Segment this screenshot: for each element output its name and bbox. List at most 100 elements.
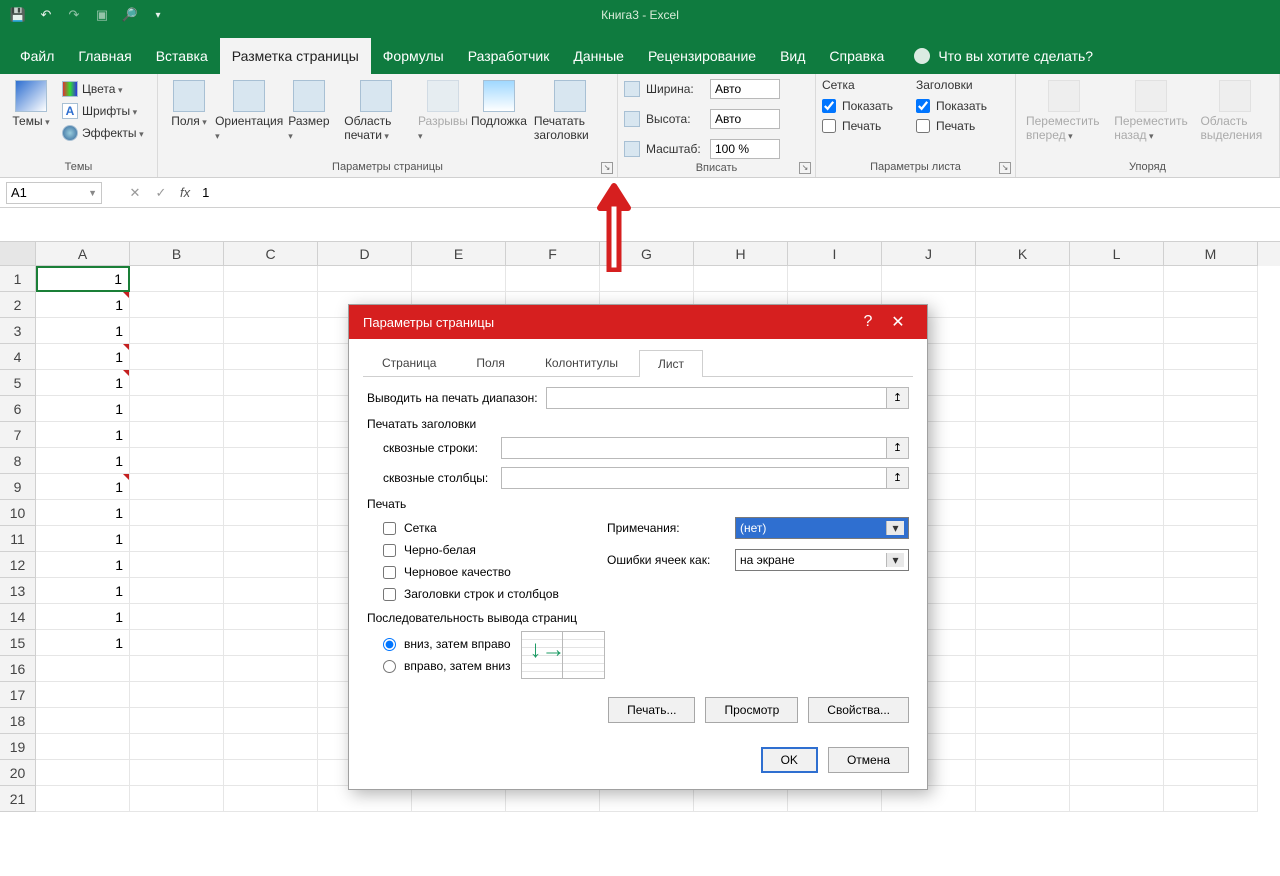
cell[interactable] <box>224 786 318 812</box>
tab-review[interactable]: Рецензирование <box>636 38 768 74</box>
cell[interactable] <box>1164 656 1258 682</box>
cell[interactable] <box>224 370 318 396</box>
dialog-tab-header[interactable]: Колонтитулы <box>526 349 637 376</box>
row-header[interactable]: 14 <box>0 604 36 630</box>
dialog-tab-sheet[interactable]: Лист <box>639 350 703 377</box>
column-header[interactable]: I <box>788 242 882 266</box>
row-header[interactable]: 16 <box>0 656 36 682</box>
height-input[interactable] <box>710 109 780 129</box>
cell[interactable] <box>224 578 318 604</box>
cell[interactable] <box>1070 760 1164 786</box>
cell[interactable] <box>1164 396 1258 422</box>
background-button[interactable]: Подложка <box>474 78 524 130</box>
cell[interactable] <box>224 708 318 734</box>
print-button[interactable]: Печать... <box>608 697 695 723</box>
headings-print-checkbox[interactable] <box>916 119 930 133</box>
cell[interactable] <box>130 266 224 292</box>
cell[interactable] <box>1164 370 1258 396</box>
cell[interactable] <box>1164 786 1258 812</box>
cell[interactable] <box>976 266 1070 292</box>
cell[interactable] <box>1070 786 1164 812</box>
formula-bar-value[interactable]: 1 <box>196 183 1280 202</box>
print-area-picker-icon[interactable]: ↥ <box>886 388 908 408</box>
cell[interactable] <box>1164 500 1258 526</box>
row-header[interactable]: 9 <box>0 474 36 500</box>
cell[interactable] <box>1070 708 1164 734</box>
cell[interactable] <box>224 682 318 708</box>
print-area-button[interactable]: Область печати <box>340 78 412 144</box>
undo-icon[interactable]: ↶ <box>36 5 56 25</box>
row-header[interactable]: 17 <box>0 682 36 708</box>
column-header[interactable]: H <box>694 242 788 266</box>
margins-button[interactable]: Поля <box>164 78 214 130</box>
cell[interactable]: 1 <box>36 578 130 604</box>
cell[interactable] <box>882 266 976 292</box>
row-header[interactable]: 21 <box>0 786 36 812</box>
camera-icon[interactable]: ▣ <box>92 5 112 25</box>
properties-button[interactable]: Свойства... <box>808 697 909 723</box>
cell[interactable] <box>130 578 224 604</box>
cell[interactable] <box>130 760 224 786</box>
column-header[interactable]: J <box>882 242 976 266</box>
cell[interactable] <box>130 500 224 526</box>
cell[interactable] <box>224 630 318 656</box>
cell[interactable] <box>1070 734 1164 760</box>
rowcol-headings-checkbox[interactable] <box>383 588 396 601</box>
cell[interactable] <box>1070 448 1164 474</box>
row-header[interactable]: 12 <box>0 552 36 578</box>
column-header[interactable]: A <box>36 242 130 266</box>
row-header[interactable]: 7 <box>0 422 36 448</box>
name-box[interactable]: A1▼ <box>6 182 102 204</box>
cell[interactable] <box>1070 578 1164 604</box>
cell[interactable] <box>224 604 318 630</box>
cell[interactable] <box>130 448 224 474</box>
cell[interactable] <box>1070 292 1164 318</box>
dialog-tab-margins[interactable]: Поля <box>457 349 524 376</box>
cell[interactable]: 1 <box>36 292 130 318</box>
cell[interactable] <box>224 760 318 786</box>
cell[interactable] <box>130 344 224 370</box>
column-header[interactable]: B <box>130 242 224 266</box>
cell[interactable] <box>1164 578 1258 604</box>
bring-forward-button[interactable]: Переместить вперед <box>1022 78 1105 144</box>
cell[interactable] <box>788 266 882 292</box>
cell[interactable] <box>976 526 1070 552</box>
cell[interactable] <box>1164 552 1258 578</box>
tab-home[interactable]: Главная <box>66 38 143 74</box>
row-header[interactable]: 6 <box>0 396 36 422</box>
cell[interactable] <box>1164 734 1258 760</box>
tab-view[interactable]: Вид <box>768 38 817 74</box>
effects-button[interactable]: Эффекты <box>62 122 144 144</box>
cell[interactable] <box>130 630 224 656</box>
row-header[interactable]: 2 <box>0 292 36 318</box>
cell[interactable] <box>36 656 130 682</box>
cell[interactable] <box>412 266 506 292</box>
cell[interactable] <box>1070 604 1164 630</box>
tab-formulas[interactable]: Формулы <box>371 38 456 74</box>
gridlines-print-checkbox[interactable] <box>822 119 836 133</box>
cell[interactable]: 1 <box>36 370 130 396</box>
repeat-rows-input[interactable] <box>502 438 886 458</box>
cell[interactable] <box>1070 500 1164 526</box>
cell[interactable] <box>976 370 1070 396</box>
tab-developer[interactable]: Разработчик <box>456 38 562 74</box>
row-header[interactable]: 15 <box>0 630 36 656</box>
row-header[interactable]: 10 <box>0 500 36 526</box>
cell[interactable] <box>1164 708 1258 734</box>
cell[interactable]: 1 <box>36 526 130 552</box>
cell[interactable] <box>224 474 318 500</box>
cell[interactable] <box>1070 526 1164 552</box>
fonts-button[interactable]: AШрифты <box>62 100 144 122</box>
cell[interactable] <box>130 656 224 682</box>
cell[interactable] <box>1164 292 1258 318</box>
cell[interactable] <box>130 682 224 708</box>
order-down-radio[interactable] <box>383 638 396 651</box>
cell[interactable] <box>976 604 1070 630</box>
cell[interactable] <box>224 526 318 552</box>
cell[interactable] <box>976 708 1070 734</box>
tab-page-layout[interactable]: Разметка страницы <box>220 38 371 74</box>
cell[interactable] <box>36 708 130 734</box>
tab-help[interactable]: Справка <box>817 38 896 74</box>
cancel-button[interactable]: Отмена <box>828 747 909 773</box>
cell[interactable] <box>694 266 788 292</box>
